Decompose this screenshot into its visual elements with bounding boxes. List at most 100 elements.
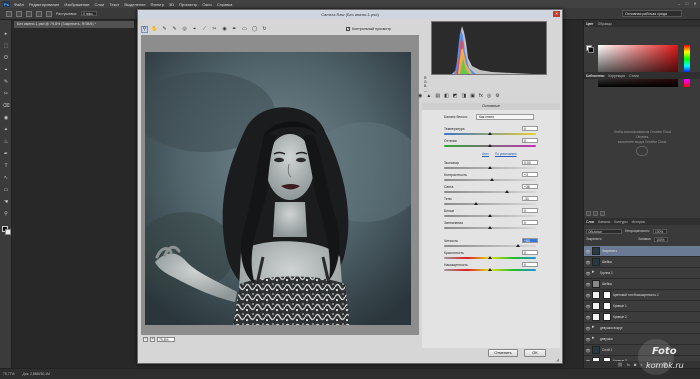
resize-grip-icon[interactable]: ◢ [556, 357, 561, 362]
add-mask-icon[interactable]: ◙ [634, 362, 636, 367]
intersect-selection-icon[interactable] [46, 10, 52, 17]
cr-red-eye-tool-icon[interactable]: ◉ [221, 26, 228, 33]
zoom-out-button[interactable]: − [143, 337, 148, 342]
blend-mode-select[interactable]: Обычные [586, 228, 622, 234]
cr-zoom-tool-icon[interactable]: ⚲ [141, 25, 148, 33]
cr-color-sampler-tool-icon[interactable]: ✎ [171, 26, 178, 33]
menu-window[interactable]: Окно [202, 2, 211, 7]
tab-libraries[interactable]: Библиотеки [586, 74, 604, 78]
slider-track[interactable] [444, 191, 536, 193]
maximize-button[interactable]: □ [684, 1, 690, 6]
slider-thumb[interactable] [488, 226, 492, 229]
blur-tool-icon[interactable]: ♨ [2, 138, 10, 146]
slider-value-field[interactable]: 0 [522, 250, 538, 255]
eye-icon[interactable]: 👁 [584, 271, 592, 276]
subtract-selection-icon[interactable] [36, 10, 42, 17]
preview-checkbox[interactable]: ✓ [346, 27, 350, 31]
fill-field[interactable]: 100% [654, 236, 669, 242]
slider-value-field[interactable]: 0,00 [522, 160, 538, 165]
zoom-tool-icon[interactable]: ⚲ [2, 210, 10, 218]
slider-thumb[interactable] [504, 190, 509, 193]
eye-icon[interactable]: 👁 [584, 260, 592, 265]
tool-preset-icon[interactable] [6, 10, 12, 17]
slider-thumb[interactable] [488, 214, 492, 217]
slider-value-field[interactable]: 0 [522, 208, 538, 213]
add-selection-icon[interactable] [26, 10, 32, 17]
cr-crop-tool-icon[interactable]: ⌖ [191, 26, 198, 33]
marquee-tool-icon[interactable]: ⬚ [2, 42, 10, 50]
fx-tab-icon[interactable]: fx [479, 93, 483, 99]
layer-row[interactable]: 👁 Кривые 2 [584, 312, 700, 323]
library-add-icon[interactable] [586, 211, 591, 216]
new-selection-icon[interactable] [16, 10, 22, 17]
lasso-tool-icon[interactable]: ʘ [2, 54, 10, 62]
menu-select[interactable]: Выделение [124, 2, 145, 7]
tab-channels[interactable]: Каналы [598, 220, 610, 224]
slider-thumb[interactable] [488, 166, 492, 169]
presets-tab-icon[interactable]: ⚙ [495, 93, 499, 99]
eye-icon[interactable]: 👁 [584, 326, 592, 331]
panel-background-swatch[interactable] [588, 47, 594, 53]
cancel-button[interactable]: Отменить [488, 349, 518, 357]
layer-row[interactable]: 👁 Цветовой тон/Насыщенность 2 [584, 290, 700, 301]
cr-spot-removal-tool-icon[interactable]: ✂ [211, 26, 218, 33]
cr-target-adjust-tool-icon[interactable]: ◎ [181, 26, 188, 33]
eye-icon[interactable]: 👁 [584, 337, 592, 342]
layer-row[interactable]: 👁 ▸ девушка вокруг [584, 323, 700, 334]
tab-styles[interactable]: Стили [629, 74, 639, 78]
zoom-level-field[interactable]: 79,8% [157, 337, 175, 342]
menu-help[interactable]: Справка [217, 2, 233, 7]
detail-tab-icon[interactable]: ▤ [435, 93, 440, 99]
auto-link[interactable]: Авто [482, 152, 489, 156]
stamp-tool-icon[interactable]: ✦ [2, 126, 10, 134]
status-zoom[interactable]: 79,77% [3, 372, 15, 376]
eye-icon[interactable]: 👁 [584, 315, 592, 320]
camera-calibration-tab-icon[interactable]: ◎ [487, 93, 491, 99]
pen-tool-icon[interactable]: ✒ [2, 150, 10, 158]
slider-value-field[interactable]: 0 [522, 220, 538, 225]
hsl-tab-icon[interactable]: ◧ [444, 93, 449, 99]
hand-tool-icon[interactable]: ☚ [2, 198, 10, 206]
ok-button[interactable]: OK [524, 349, 546, 357]
color-picker-field[interactable] [598, 45, 678, 87]
background-color-swatch[interactable] [5, 229, 11, 235]
default-link[interactable]: По умолчанию [495, 152, 517, 156]
cr-adjustment-brush-icon[interactable]: ✒ [231, 26, 238, 33]
eye-icon[interactable]: 👁 [584, 304, 592, 309]
hue-slider[interactable] [684, 45, 690, 87]
move-tool-icon[interactable]: ▸ [2, 30, 10, 38]
shape-tool-icon[interactable]: ▭ [2, 186, 10, 194]
slider-value-field[interactable]: 0 [522, 262, 538, 267]
document-tab[interactable]: Без имени-1.psd @ 79,8% (Закрепить, RGB/… [14, 21, 134, 28]
camera-raw-close-button[interactable]: ✕ [553, 11, 560, 17]
eye-icon[interactable]: 👁 [584, 293, 592, 298]
minimize-button[interactable]: – [676, 1, 682, 6]
cr-graduated-filter-icon[interactable]: ▭ [241, 26, 248, 33]
zoom-in-button[interactable]: + [150, 337, 155, 342]
menu-file[interactable]: Файл [14, 2, 24, 7]
layer-row[interactable]: 👁 Кривые 1 [584, 301, 700, 312]
cr-straighten-tool-icon[interactable]: ⟋ [201, 26, 208, 33]
library-delete-icon[interactable] [600, 211, 605, 216]
cr-rotate-icon[interactable]: ↻ [261, 26, 268, 33]
path-select-tool-icon[interactable]: ↖ [2, 174, 10, 182]
layer-mask-thumbnail[interactable] [603, 313, 611, 321]
feather-field[interactable]: 0 пикс. [81, 11, 97, 16]
tone-curve-tab-icon[interactable]: ▲ [426, 93, 431, 99]
close-app-button[interactable]: ✕ [692, 1, 698, 6]
layer-mask-thumbnail[interactable] [603, 302, 611, 310]
menu-layers[interactable]: Слои [95, 2, 105, 7]
slider-thumb[interactable] [488, 144, 492, 147]
cr-hand-tool-icon[interactable]: ✋ [151, 26, 158, 33]
camera-raw-preview-image[interactable] [145, 52, 411, 325]
link-layers-icon[interactable]: ⛓ [618, 362, 623, 367]
crop-tool-icon[interactable]: ⌖ [2, 66, 10, 74]
effects-tab-icon[interactable]: ▣ [470, 93, 475, 99]
slider-value-field[interactable]: +36 [522, 184, 538, 189]
slider-track[interactable] [444, 203, 536, 205]
eraser-tool-icon[interactable]: ⌫ [2, 102, 10, 110]
slider-track[interactable] [444, 245, 536, 247]
eye-icon[interactable]: 👁 [584, 348, 592, 353]
slider-value-field[interactable]: -31 [522, 196, 538, 201]
preview-toggle[interactable]: ✓ Контрольный просмотр [346, 27, 391, 31]
